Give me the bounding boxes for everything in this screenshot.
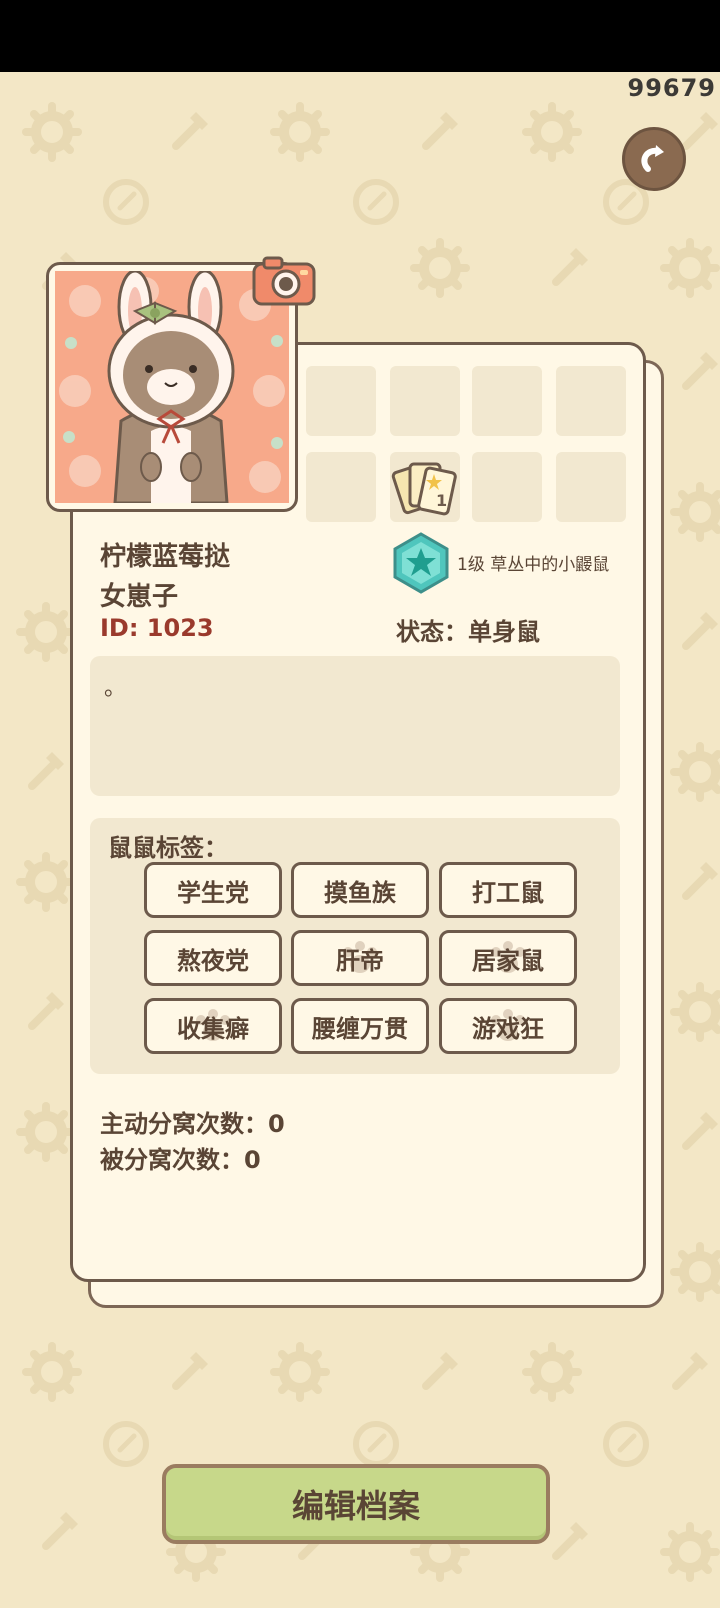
status-bar: [0, 0, 720, 72]
tag-button-selected[interactable]: 居家鼠: [439, 930, 577, 986]
tag-button[interactable]: 摸鱼族: [291, 862, 429, 918]
bio-text[interactable]: 。: [90, 656, 620, 796]
item-slot[interactable]: [556, 452, 626, 522]
passive-split-count: 被分窝次数：0: [100, 1146, 261, 1174]
relationship-status: 状态：单身鼠: [396, 618, 540, 646]
tag-label: 学生党: [177, 878, 249, 907]
item-slot[interactable]: [306, 366, 376, 436]
svg-text:1: 1: [436, 491, 447, 510]
tag-label: 居家鼠: [472, 946, 544, 975]
tag-label: 熬夜党: [177, 946, 249, 975]
item-slot[interactable]: [472, 366, 542, 436]
item-slot[interactable]: [306, 452, 376, 522]
camera-button[interactable]: [250, 252, 320, 310]
tag-label: 腰缠万贯: [312, 1014, 408, 1043]
level-label: 1级 草丛中的小鼹鼠: [457, 555, 610, 575]
coin-counter: 99679: [627, 74, 716, 102]
tag-button[interactable]: 打工鼠: [439, 862, 577, 918]
tag-button[interactable]: 熬夜党: [144, 930, 282, 986]
edit-profile-button[interactable]: 编辑档案: [162, 1464, 550, 1544]
player-id: ID: 1023: [100, 614, 214, 642]
back-button[interactable]: [622, 127, 686, 191]
cards-icon: 1: [391, 462, 457, 516]
tag-label: 打工鼠: [472, 878, 544, 907]
player-title: 女崽子: [100, 582, 179, 612]
tag-button-selected[interactable]: 游戏狂: [439, 998, 577, 1054]
tag-label: 游戏狂: [472, 1014, 544, 1043]
tags-title: 鼠鼠标签：: [108, 834, 228, 862]
item-slot-cards[interactable]: 1: [390, 452, 460, 522]
item-slot[interactable]: [472, 452, 542, 522]
tag-label: 收集癖: [177, 1014, 249, 1043]
item-slot[interactable]: [556, 366, 626, 436]
active-split-count: 主动分窝次数：0: [100, 1110, 285, 1138]
tag-button-selected[interactable]: 收集癖: [144, 998, 282, 1054]
tag-button-selected[interactable]: 肝帝: [291, 930, 429, 986]
tag-label: 肝帝: [336, 946, 384, 975]
player-name: 柠檬蓝莓挞: [100, 542, 231, 572]
tag-button[interactable]: 学生党: [144, 862, 282, 918]
star-badge-icon: [393, 532, 449, 594]
tag-label: 摸鱼族: [324, 878, 396, 907]
item-slot[interactable]: [390, 366, 460, 436]
back-arrow-icon: [641, 145, 664, 172]
tag-button[interactable]: 腰缠万贯: [291, 998, 429, 1054]
camera-icon: [252, 256, 316, 306]
